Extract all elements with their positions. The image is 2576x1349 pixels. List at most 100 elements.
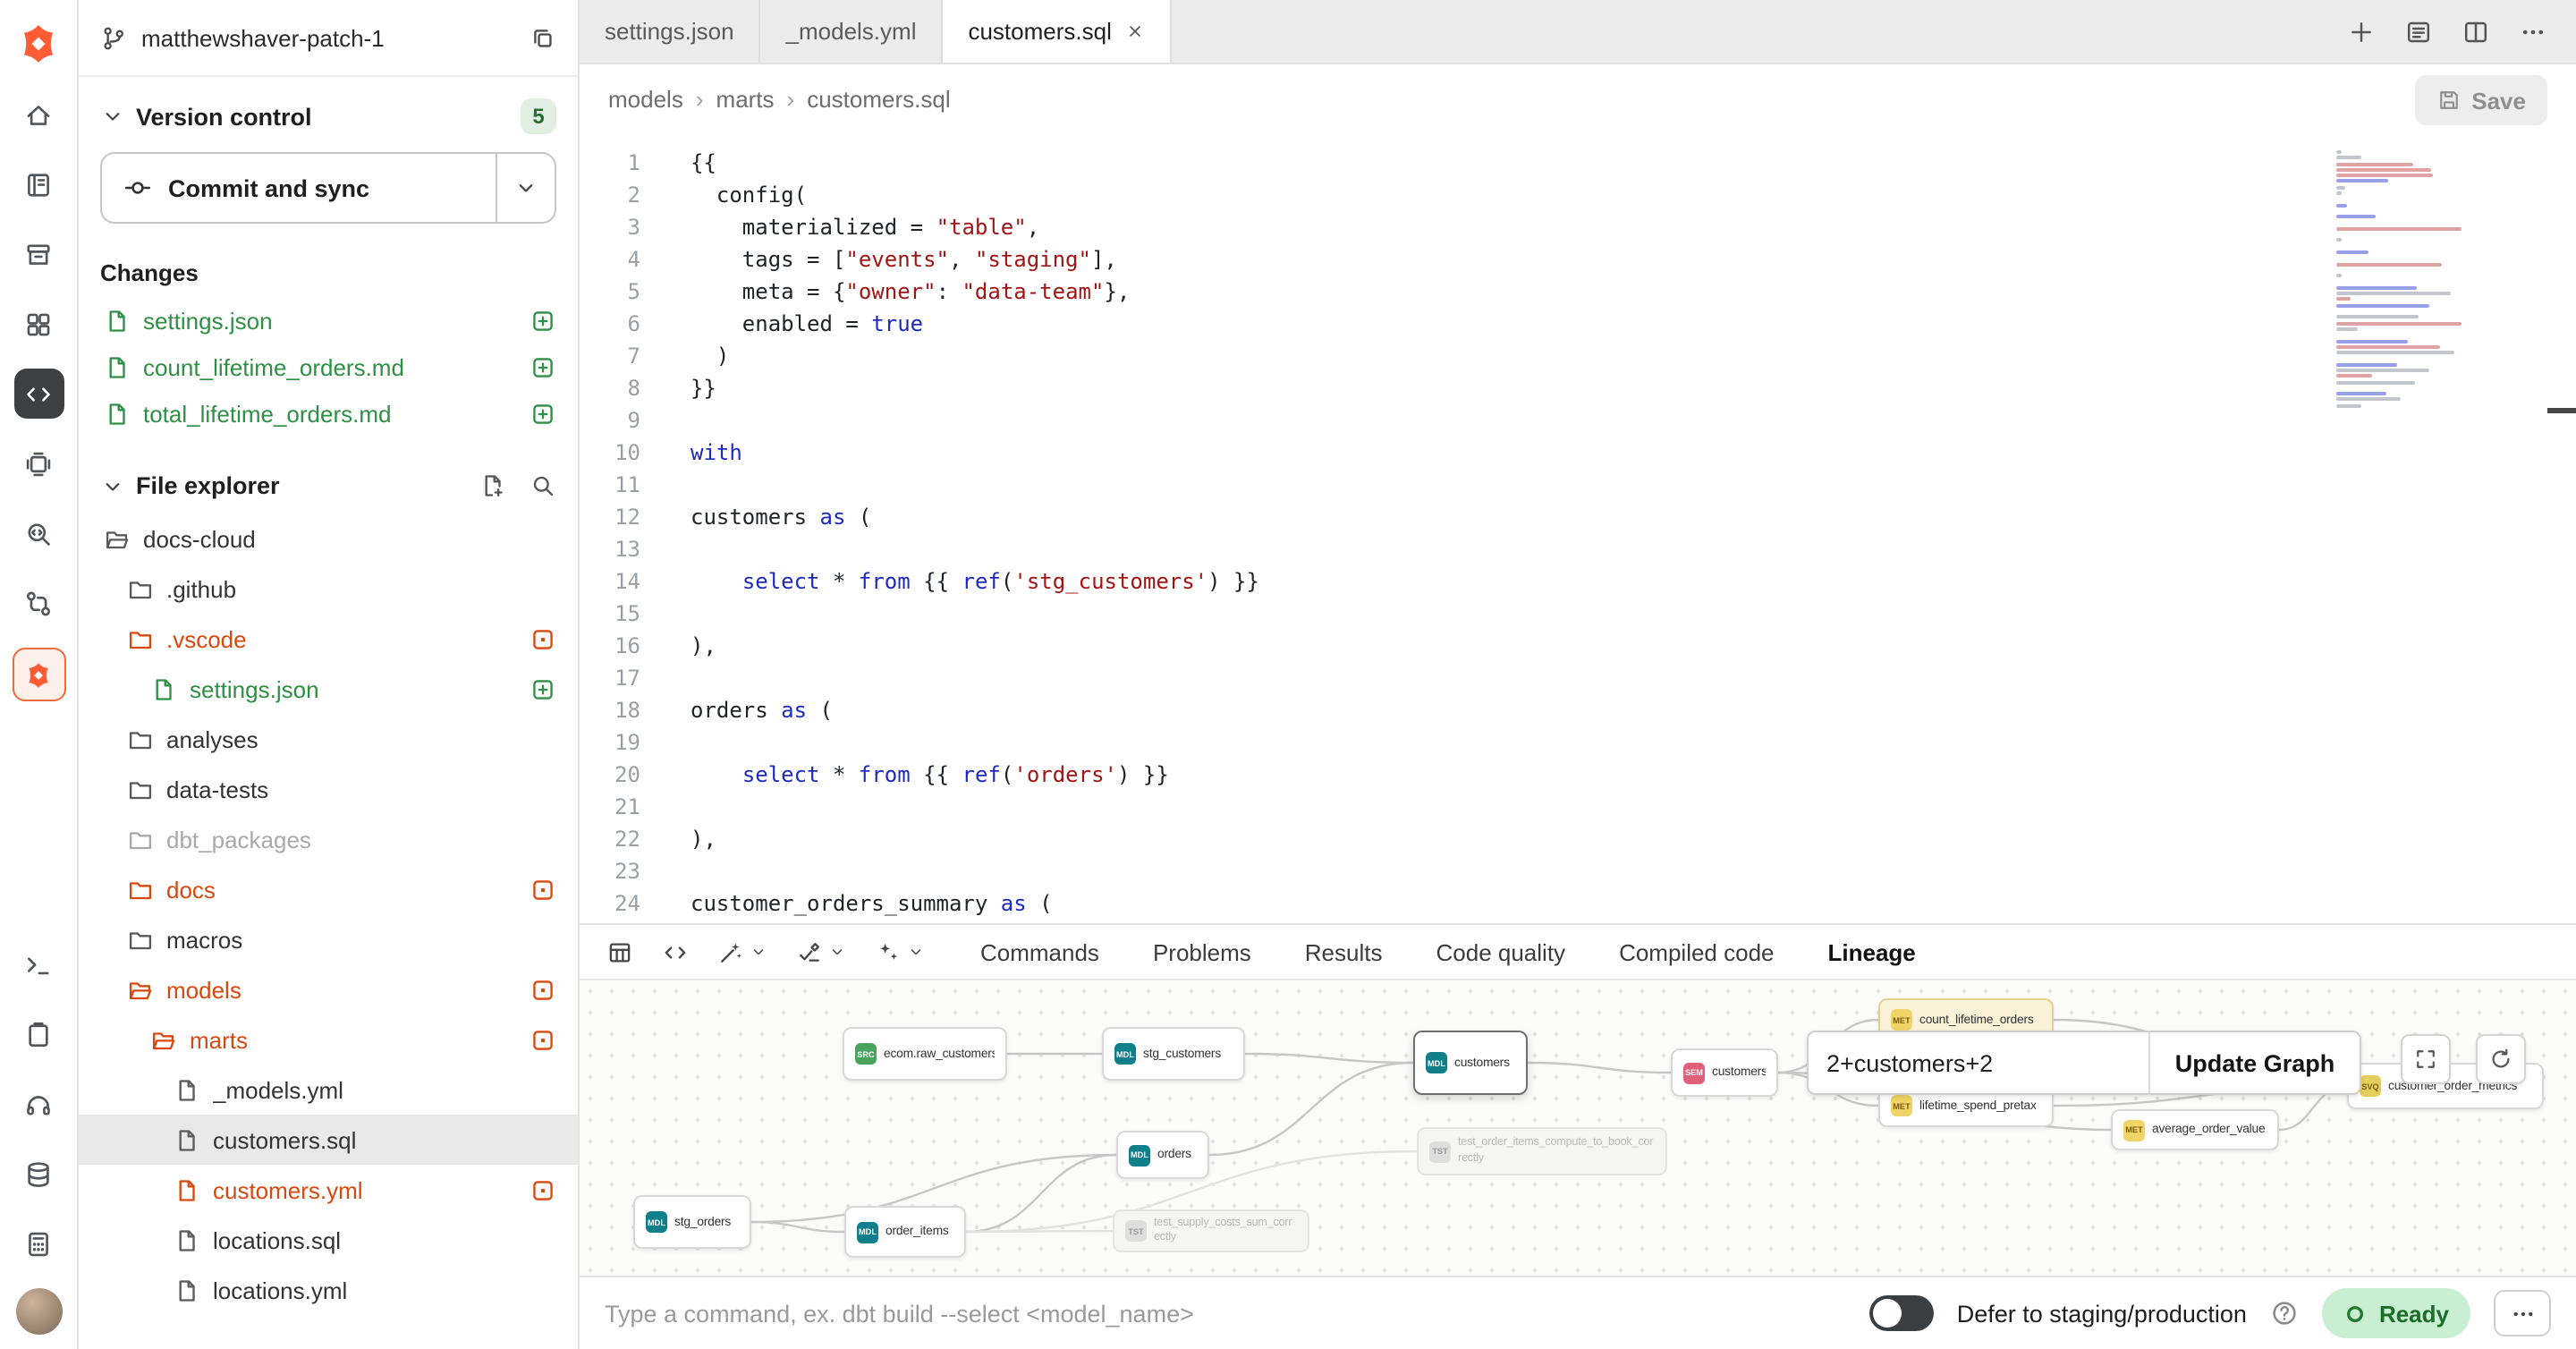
tree-item-customers.sql[interactable]: customers.sql (79, 1115, 578, 1165)
ready-ring-icon (2343, 1302, 2367, 1325)
help-icon[interactable] (2270, 1299, 2299, 1328)
changed-file-row[interactable]: settings.json (79, 297, 578, 344)
rail-calculator-button[interactable] (13, 1218, 64, 1268)
code-area[interactable]: {{ config( materialized = "table", tags … (665, 136, 2576, 923)
update-graph-button[interactable]: Update Graph (2148, 1032, 2360, 1093)
rail-database-button[interactable] (13, 1149, 64, 1199)
lineage-node-customers_model[interactable]: MDLcustomers (1413, 1031, 1528, 1095)
rail-clipboard-button[interactable] (13, 1009, 64, 1059)
panel-tab-Commands[interactable]: Commands (980, 938, 1099, 965)
stage-file-icon[interactable] (530, 400, 556, 427)
lineage-selector-input[interactable] (1809, 1032, 2148, 1093)
lineage-node-orders[interactable]: MDLorders (1116, 1131, 1209, 1179)
lineage-node-test_order_items[interactable]: TSTtest_order_items_compute_to_book_corr… (1417, 1127, 1667, 1175)
lineage-node-stg_customers[interactable]: MDLstg_customers (1102, 1027, 1245, 1081)
stage-file-icon[interactable] (530, 353, 556, 380)
editor-tab-settings.json[interactable]: settings.json (580, 0, 761, 63)
user-avatar[interactable] (15, 1288, 62, 1335)
minimap-line (2336, 339, 2408, 343)
rail-git-compare-button[interactable] (13, 578, 64, 628)
lineage-node-raw_customers[interactable]: SRCecom.raw_customers (843, 1027, 1007, 1081)
save-button[interactable]: Save (2414, 75, 2547, 125)
panel-tab-Compiled code[interactable]: Compiled code (1619, 938, 1774, 965)
tree-item-marts[interactable]: marts (79, 1014, 578, 1065)
editor-tab-_models.yml[interactable]: _models.yml (761, 0, 944, 63)
code-editor[interactable]: 123456789101112131415161718192021222324 … (580, 136, 2576, 923)
panel-tab-Lineage[interactable]: Lineage (1828, 938, 1916, 965)
rail-home-button[interactable] (13, 89, 64, 140)
ellipsis-icon[interactable] (2519, 17, 2547, 46)
lineage-fullscreen-button[interactable] (2401, 1034, 2451, 1084)
more-options-button[interactable] (2494, 1290, 2551, 1336)
panel-tool-code-button[interactable] (653, 930, 698, 973)
tree-item-customers.yml[interactable]: customers.yml (79, 1165, 578, 1215)
tree-item-settings.json[interactable]: settings.json (79, 664, 578, 714)
breadcrumb-item[interactable]: customers.sql (807, 86, 950, 113)
rail-headset-button[interactable] (13, 1079, 64, 1129)
panel-tool-wand-button[interactable] (708, 930, 776, 973)
tree-item-dbt_packages[interactable]: dbt_packages (79, 814, 578, 864)
lineage-node-test_supply_costs[interactable]: TSTtest_supply_costs_sum_correctly (1113, 1209, 1309, 1252)
new-file-icon[interactable] (479, 472, 506, 499)
search-icon[interactable] (530, 472, 556, 499)
layout-list-icon[interactable] (2404, 17, 2433, 46)
commit-options-caret[interactable] (496, 154, 555, 222)
minimap[interactable] (2336, 150, 2537, 410)
plus-icon[interactable] (2347, 17, 2376, 46)
tree-item-_models.yml[interactable]: _models.yml (79, 1065, 578, 1115)
changed-file-row[interactable]: total_lifetime_orders.md (79, 390, 578, 437)
chevron-down-icon[interactable] (100, 473, 125, 498)
lineage-node-customers_semantic[interactable]: SEMcustomers (1671, 1048, 1778, 1097)
lineage-node-average_order_value[interactable]: METaverage_order_value (2111, 1109, 2279, 1150)
tree-item-docs-cloud[interactable]: docs-cloud (79, 513, 578, 564)
code-line: ), (691, 823, 2576, 855)
tree-item-.vscode[interactable]: .vscode (79, 614, 578, 664)
tree-item-docs[interactable]: docs (79, 864, 578, 914)
rail-grid-button[interactable] (13, 299, 64, 349)
tree-item-analyses[interactable]: analyses (79, 714, 578, 764)
rail-search-code-button[interactable] (13, 508, 64, 558)
copy-branch-icon[interactable] (530, 24, 556, 51)
rail-dbt-project-button[interactable] (12, 648, 65, 701)
file-explorer-header[interactable]: File explorer (79, 447, 578, 513)
rail-archive-button[interactable] (13, 229, 64, 279)
panel-tool-table-button[interactable] (597, 930, 642, 973)
tree-item-macros[interactable]: macros (79, 914, 578, 964)
panel-tab-Problems[interactable]: Problems (1153, 938, 1251, 965)
command-input[interactable]: Type a command, ex. dbt build --select <… (605, 1300, 1846, 1327)
headset-icon (23, 1089, 54, 1119)
lineage-refresh-button[interactable] (2476, 1034, 2526, 1084)
breadcrumb-item[interactable]: marts (716, 86, 775, 113)
tree-item-locations.yml[interactable]: locations.yml (79, 1265, 578, 1315)
tree-item-models[interactable]: models (79, 964, 578, 1014)
editor-tab-customers.sql[interactable]: customers.sql (943, 0, 1172, 63)
changed-file-row[interactable]: count_lifetime_orders.md (79, 344, 578, 390)
svq-badge-icon: SVQ (2360, 1075, 2381, 1097)
panel-tab-Code quality[interactable]: Code quality (1436, 938, 1566, 965)
lineage-node-order_items[interactable]: MDLorder_items (844, 1206, 966, 1258)
lineage-canvas[interactable]: Update Graph SRCecom.raw_customers MDLstg… (580, 980, 2576, 1276)
panel-tab-Results[interactable]: Results (1305, 938, 1383, 965)
panel-tool-lint-button[interactable] (787, 930, 855, 973)
panel-tool-ai-button[interactable] (866, 930, 934, 973)
rail-cube-button[interactable] (13, 438, 64, 488)
version-control-header[interactable]: Version control 5 (79, 77, 578, 148)
scrollbar-thumb[interactable] (2547, 408, 2576, 413)
panel-tabs: Commands Problems Results Code quality Compi… (980, 938, 1916, 965)
tree-item-.github[interactable]: .github (79, 564, 578, 614)
code-line: meta = {"owner": "data-team"}, (691, 276, 2576, 308)
stage-file-icon[interactable] (530, 307, 556, 334)
lineage-node-stg_orders[interactable]: MDLstg_orders (633, 1195, 751, 1249)
close-tab-icon[interactable] (1126, 21, 1146, 41)
defer-toggle[interactable] (1869, 1295, 1934, 1331)
layout-split-icon[interactable] (2462, 17, 2490, 46)
rail-notebook-button[interactable] (13, 159, 64, 209)
chevron-down-icon[interactable] (100, 104, 125, 129)
tree-item-locations.sql[interactable]: locations.sql (79, 1215, 578, 1265)
folder-open-icon (150, 1026, 177, 1053)
commit-and-sync-main[interactable]: Commit and sync (102, 154, 496, 222)
tree-item-data-tests[interactable]: data-tests (79, 764, 578, 814)
breadcrumb-item[interactable]: models (608, 86, 683, 113)
rail-terminal-button[interactable] (13, 939, 64, 989)
rail-code-button[interactable] (13, 369, 64, 419)
